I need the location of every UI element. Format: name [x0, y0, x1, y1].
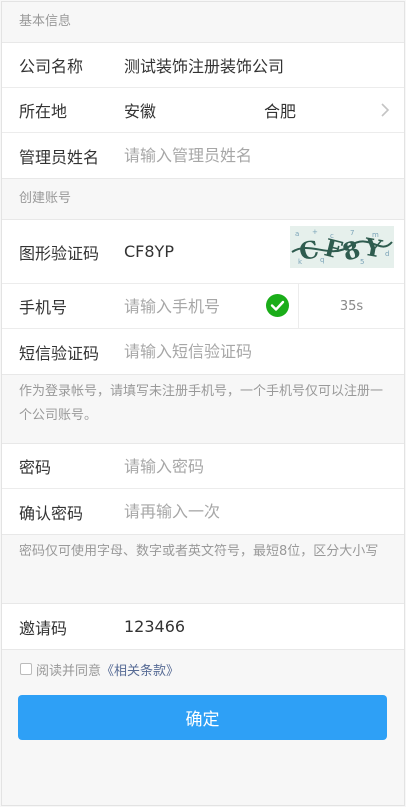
province-value[interactable]: 安徽 [124, 98, 264, 122]
confirm-password-label: 确认密码 [19, 503, 84, 523]
account-group: 图形验证码 CF8YP a + c 7md kq5 C F 8 Y 手机号 请输… [2, 219, 404, 375]
chevron-right-icon[interactable] [380, 103, 390, 117]
location-row[interactable]: 所在地 安徽 合肥 [2, 88, 404, 133]
sms-countdown-button[interactable]: 35s [298, 284, 404, 329]
agreement-row: 阅读并同意 《相关条款》 [2, 650, 404, 688]
confirm-button[interactable]: 确定 [18, 695, 387, 740]
company-label: 公司名称 [19, 57, 84, 76]
invite-label: 邀请码 [19, 618, 68, 638]
check-icon [266, 294, 289, 317]
agreement-text: 阅读并同意 [36, 663, 102, 679]
captcha-row: 图形验证码 CF8YP a + c 7md kq5 C F 8 Y [2, 220, 404, 284]
sms-code-label: 短信验证码 [19, 343, 100, 363]
admin-name-input[interactable] [124, 146, 354, 165]
company-value[interactable]: 测试装饰注册装饰公司 [124, 53, 284, 77]
password-group: 密码 确认密码 [2, 443, 404, 535]
password-input[interactable] [124, 456, 354, 476]
city-value[interactable]: 合肥 [264, 98, 296, 122]
password-label: 密码 [19, 458, 52, 477]
captcha-label: 图形验证码 [19, 243, 100, 263]
password-row: 密码 [2, 444, 404, 489]
captcha-image[interactable]: a + c 7md kq5 C F 8 Y [290, 226, 394, 268]
confirm-password-row: 确认密码 [2, 489, 404, 534]
section-create-account: 创建账号 [2, 179, 404, 219]
invite-group: 邀请码 123466 [2, 603, 404, 650]
svg-text:d: d [385, 250, 389, 258]
admin-name-label: 管理员姓名 [19, 147, 100, 167]
confirm-password-input[interactable] [124, 502, 354, 521]
agree-checkbox[interactable] [20, 663, 32, 675]
section-basic-info: 基本信息 [2, 2, 404, 42]
phone-input[interactable] [124, 296, 274, 316]
sms-code-input[interactable] [124, 342, 354, 361]
phone-tip: 作为登录帐号，请填写未注册手机号，一个手机号仅可以注册一个公司账号。 [19, 384, 384, 423]
invite-value[interactable]: 123466 [124, 617, 185, 636]
admin-name-row: 管理员姓名 [2, 133, 404, 178]
terms-link[interactable]: 《相关条款》 [101, 660, 179, 679]
phone-label: 手机号 [19, 298, 68, 317]
password-tip: 密码仅可使用字母、数字或者英文符号，最短8位，区分大小写 [19, 544, 379, 559]
company-row[interactable]: 公司名称 测试装饰注册装饰公司 [2, 43, 404, 88]
captcha-value[interactable]: CF8YP [124, 242, 174, 261]
phone-row: 手机号 35s [2, 284, 404, 329]
registration-form: 基本信息 公司名称 测试装饰注册装饰公司 所在地 安徽 合肥 管理员姓名 创建账… [1, 1, 405, 806]
sms-code-row: 短信验证码 [2, 329, 404, 374]
location-label: 所在地 [19, 102, 68, 121]
basic-info-group: 公司名称 测试装饰注册装饰公司 所在地 安徽 合肥 管理员姓名 [2, 42, 404, 179]
invite-row: 邀请码 123466 [2, 604, 404, 649]
